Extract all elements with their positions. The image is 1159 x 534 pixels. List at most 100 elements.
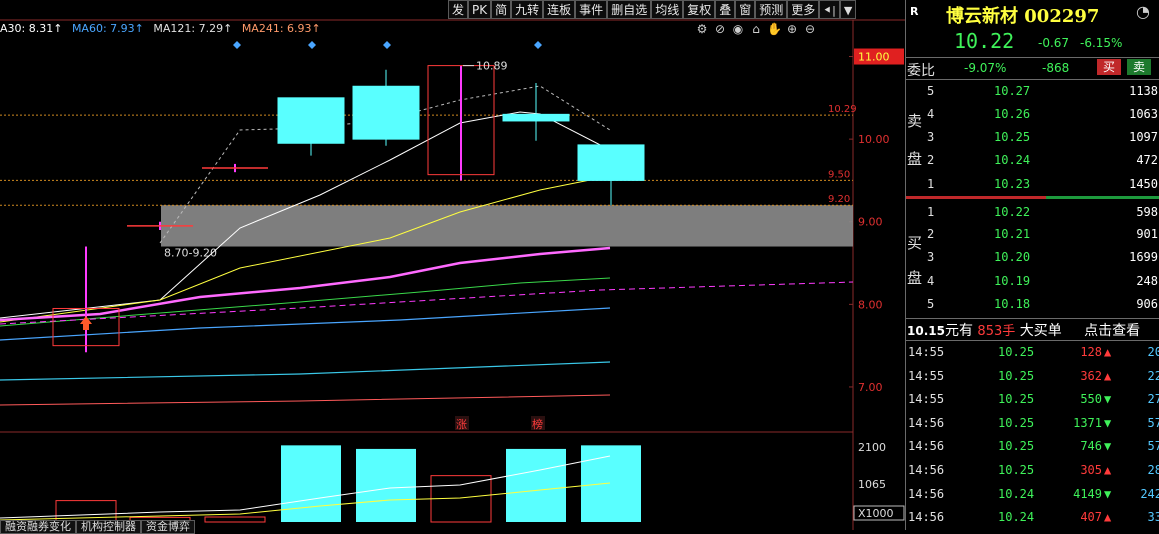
tick-time: 14:55 (908, 392, 945, 407)
tick-price: 10.25 (998, 392, 1035, 407)
buy-button[interactable]: 买 (1097, 59, 1121, 75)
order-price: 10.23 (994, 177, 1031, 191)
divider (906, 340, 1159, 341)
toolbar-fuquan[interactable]: 复权 (683, 0, 716, 19)
volume-bar (204, 516, 266, 523)
sell-order-row[interactable]: 4 10.26 1063 (906, 107, 1159, 125)
sell-order-row[interactable]: 1 10.23 1450 (906, 177, 1159, 195)
refresh-icon[interactable]: ◔ (1136, 2, 1150, 21)
big-order-link[interactable]: 点击查看 (1084, 323, 1140, 339)
toolbar-die[interactable]: 叠 (715, 0, 736, 19)
tick-row: 14:56 10.24 4149 ▼ 242 (906, 487, 1159, 508)
event-diamond-icon (308, 41, 316, 49)
tick-time: 14:56 (908, 510, 945, 525)
tick-volume: 746 (1080, 439, 1102, 454)
tick-time: 14:55 (908, 368, 945, 383)
toolbar-gengduo[interactable]: 更多 (787, 0, 820, 19)
last-price: 10.22 (954, 29, 1015, 53)
order-volume: 1063 (1129, 107, 1158, 121)
buy-order-row[interactable]: 3 10.20 1699 (906, 250, 1159, 268)
weibi-label: 委比 (907, 63, 935, 79)
eye-off-icon[interactable]: ⊘ (713, 22, 727, 36)
weibi-vol: -868 (1042, 61, 1070, 75)
sell-button[interactable]: 卖 (1127, 59, 1151, 75)
volume-axis-label: 1065 (858, 478, 886, 491)
buy-order-row[interactable]: 1 10.22 598 (906, 205, 1159, 223)
order-level: 2 (927, 227, 935, 241)
tick-count: 28 (1147, 463, 1159, 477)
tick-row: 14:56 10.24 407 ▲ 33 (906, 510, 1159, 531)
order-volume: 906 (1136, 297, 1158, 311)
marker-text: 涨 (456, 418, 467, 431)
divider (906, 79, 1159, 80)
ma-legend: A30: 8.31↑ MA60: 7.93↑ MA121: 7.29↑ MA24… (0, 22, 327, 38)
toolbar-dropdown-icon[interactable]: ▼ (839, 0, 857, 19)
sell-order-row[interactable]: 5 10.27 1138 (906, 84, 1159, 102)
tick-row: 14:55 10.25 550 ▼ 27 (906, 392, 1159, 413)
toolbar-yuce[interactable]: 预测 (755, 0, 788, 19)
ma121-label: MA121: 7.29↑ (153, 22, 233, 35)
toolbar-chuang[interactable]: 窗 (735, 0, 756, 19)
tick-row: 14:55 10.25 362 ▲ 22 (906, 369, 1159, 390)
arrow-down-icon: ▼ (1104, 439, 1112, 454)
bottom-tab[interactable]: 资金博弈 (141, 520, 195, 534)
divider (906, 318, 1159, 319)
eye-icon[interactable]: ◉ (731, 22, 745, 36)
collapse-panel-icon[interactable]: ⯇| (819, 0, 840, 19)
toolbar-junxian[interactable]: 均线 (651, 0, 684, 19)
order-level: 3 (927, 130, 935, 144)
tick-volume: 305 (1080, 463, 1102, 477)
order-level: 2 (927, 153, 935, 167)
tick-volume: 550 (1080, 392, 1102, 407)
sell-order-row[interactable]: 3 10.25 1097 (906, 130, 1159, 148)
toolbar-jian[interactable]: 简 (491, 0, 512, 19)
book-divider (1046, 196, 1159, 199)
divider (906, 57, 1159, 58)
hand-icon[interactable]: ✋ (767, 22, 782, 36)
sell-order-row[interactable]: 2 10.24 472 (906, 153, 1159, 171)
order-price: 10.21 (994, 227, 1031, 241)
tick-time: 14:56 (908, 439, 945, 454)
kline-chart[interactable]: 11.00 10.00 9.00 8.00 7.00 8.70-9.20 10.29 9.50… (0, 0, 905, 530)
toolbar-shanzixuan[interactable]: 删自选 (607, 0, 652, 19)
toolbar-lianban[interactable]: 连板 (543, 0, 576, 19)
order-level: 4 (927, 107, 935, 121)
basket-icon[interactable]: ⌂ (749, 22, 763, 36)
tick-count: 57 (1147, 415, 1159, 430)
settings-icon[interactable]: ⚙ (695, 22, 709, 36)
toolbar-shijian[interactable]: 事件 (575, 0, 608, 19)
tick-count: 57 (1147, 439, 1159, 454)
tick-count: 33 (1147, 510, 1159, 525)
arrow-up-icon (80, 316, 92, 330)
tick-count: 20 (1147, 345, 1159, 359)
toolbar-pk[interactable]: PK (468, 0, 492, 19)
tick-price: 10.24 (998, 486, 1035, 501)
bottom-tab[interactable]: 融资融券变化 (0, 520, 76, 534)
order-price: 10.27 (994, 84, 1031, 98)
tick-price: 10.25 (998, 439, 1035, 454)
toolbar-fa[interactable]: 发 (448, 0, 469, 19)
ma60-label: MA60: 7.93↑ (71, 22, 144, 35)
zoom-in-icon[interactable]: ⊕ (785, 22, 799, 36)
tick-volume: 128 (1080, 345, 1102, 359)
big-order-vol: 853手 (977, 324, 1016, 339)
toolbar-jiuzhuan[interactable]: 九转 (511, 0, 544, 19)
buy-order-row[interactable]: 5 10.18 906 (906, 297, 1159, 315)
book-divider (906, 196, 1046, 199)
tick-time: 14:56 (908, 415, 945, 430)
volume-bar (281, 445, 341, 522)
price-axis-label: 10.00 (858, 133, 890, 146)
zoom-out-icon[interactable]: ⊖ (803, 22, 817, 36)
big-order-line[interactable]: 10.15元有 853手 大买单 点击查看 (907, 320, 1140, 340)
order-price: 10.18 (994, 297, 1031, 311)
weibi-pct: -9.07% (964, 61, 1007, 75)
order-volume: 1699 (1129, 250, 1158, 264)
level-label: 10.29 (828, 104, 857, 115)
ma-line (0, 175, 611, 323)
candle-body (577, 144, 645, 181)
bottom-tab[interactable]: 机构控制器 (76, 520, 141, 534)
tick-volume: 4149 (1073, 486, 1102, 501)
zone-range-label: 8.70-9.20 (164, 247, 217, 260)
buy-order-row[interactable]: 4 10.19 248 (906, 274, 1159, 292)
buy-order-row[interactable]: 2 10.21 901 (906, 227, 1159, 245)
